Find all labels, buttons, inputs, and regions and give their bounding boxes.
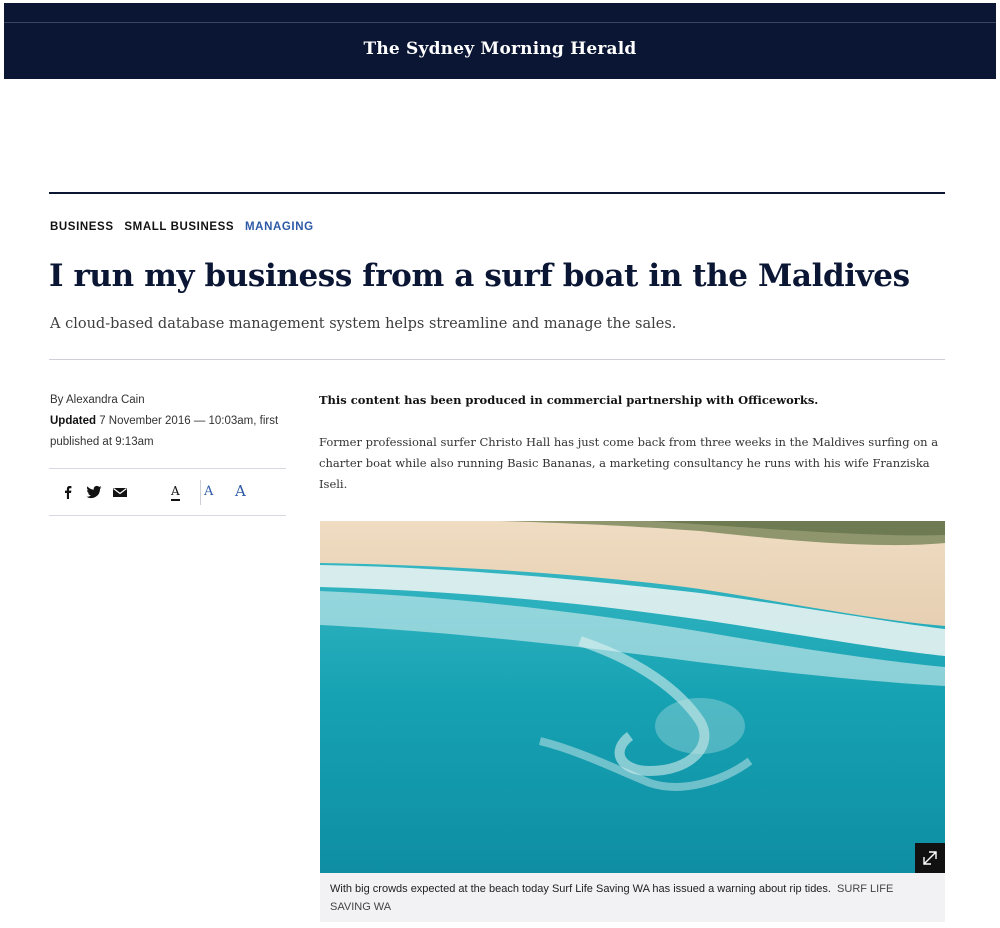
caption-text: With big crowds expected at the beach to…: [330, 883, 831, 895]
updated-label: Updated: [50, 415, 96, 427]
article-top-rule: [49, 192, 945, 194]
header-divider: [49, 359, 945, 360]
font-size-small-button[interactable]: A: [171, 484, 180, 501]
timestamp: Updated 7 November 2016 — 10:03am, first…: [50, 411, 286, 453]
article-headline: I run my business from a surf boat in th…: [49, 258, 910, 294]
breadcrumb-business[interactable]: BUSINESS: [50, 221, 114, 233]
toolbar-separator: [200, 480, 201, 505]
article-meta: By Alexandra Cain Updated 7 November 201…: [50, 390, 286, 453]
byline: By Alexandra Cain: [50, 394, 145, 406]
facebook-icon[interactable]: [60, 485, 76, 499]
breadcrumb-small-business[interactable]: SMALL BUSINESS: [124, 221, 234, 233]
expand-icon: [923, 851, 937, 865]
site-logo[interactable]: The Sydney Morning Herald: [4, 39, 996, 59]
breadcrumb-managing[interactable]: MANAGING: [245, 221, 314, 233]
article-hero-image: [320, 521, 945, 873]
article-standfirst: A cloud-based database management system…: [50, 316, 677, 332]
image-caption: With big crowds expected at the beach to…: [320, 873, 945, 922]
masthead-divider: [4, 22, 996, 23]
aerial-beach-illustration: [320, 521, 945, 873]
share-toolbar: A A A: [49, 468, 286, 516]
email-icon[interactable]: [112, 485, 128, 499]
twitter-icon[interactable]: [86, 485, 102, 499]
masthead: The Sydney Morning Herald: [4, 3, 996, 79]
font-size-medium-button[interactable]: A: [204, 484, 213, 499]
article-body-paragraph: Former professional surfer Christo Hall …: [319, 435, 939, 491]
partnership-disclaimer: This content has been produced in commer…: [319, 393, 819, 407]
font-size-large-button[interactable]: A: [235, 482, 246, 500]
breadcrumb: BUSINESS SMALL BUSINESS MANAGING: [50, 221, 321, 233]
expand-image-button[interactable]: [915, 843, 945, 873]
